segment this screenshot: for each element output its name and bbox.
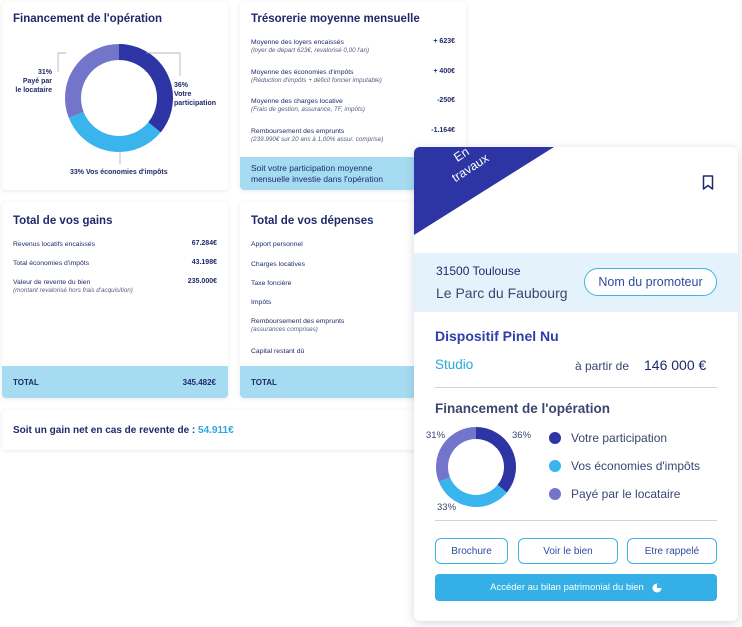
row-label: Moyenne des charges locative <box>251 98 343 105</box>
gains-title: Total de vos gains <box>13 215 113 227</box>
gain-net-text: Soit un gain net en cas de revente de : … <box>13 425 234 436</box>
legend-dot-economies <box>549 460 561 472</box>
bilan-button[interactable]: Accéder au bilan patrimonial du bien <box>435 574 717 601</box>
gains-row: Revenus locatifs encaissés 67.284€ <box>13 240 217 249</box>
total-label: TOTAL <box>13 378 39 387</box>
program-name: Le Parc du Faubourg <box>436 285 568 301</box>
donut-segment-participation <box>118 44 173 133</box>
financement-donut-segments <box>65 44 173 152</box>
financement-card: Financement de l'opération 31% Payé par … <box>2 2 228 190</box>
row-label: Total économies d'impôts <box>13 260 90 267</box>
legend-dot-participation <box>549 432 561 444</box>
row-sub: (montant revalorisé hors frais d'acquisi… <box>13 287 133 294</box>
brochure-button[interactable]: Brochure <box>435 538 508 564</box>
row-label: Remboursement des emprunts <box>251 128 345 135</box>
legend-label: Votre participation <box>571 431 668 445</box>
label-left-2: le locataire <box>15 87 52 94</box>
financement-right-label: 36% Votre participation <box>174 81 216 108</box>
row-value: + 400€ <box>433 68 455 75</box>
pct-bottom: 33% <box>437 502 457 513</box>
row-label: Valeur de revente du bien <box>13 279 91 286</box>
gain-net-strip: Soit un gain net en cas de revente de : … <box>2 410 466 450</box>
fin-title: Financement de l'opération <box>435 401 610 416</box>
gain-net-label: Soit un gain net en cas de revente de : <box>13 425 196 436</box>
row-value: -250€ <box>437 97 455 104</box>
depenses-row-label: Charges locatives <box>251 261 306 268</box>
depenses-title: Total de vos dépenses <box>251 215 374 227</box>
dispositif: Dispositif Pinel Nu <box>435 328 559 344</box>
location-band: 31500 Toulouse Le Parc du Faubourg Nom d… <box>414 253 738 312</box>
label-left-1: Payé par <box>22 78 52 85</box>
legend-label: Vos économies d'impôts <box>571 459 701 473</box>
legend-dot-locataire <box>549 488 561 500</box>
row-value: 235.000€ <box>187 278 217 285</box>
row-value: + 623€ <box>433 38 455 45</box>
postal-city: 31500 Toulouse <box>436 264 521 278</box>
row-sub: (Frais de gestion, assurance, TF, impôts… <box>251 106 365 113</box>
tresorerie-row: Moyenne des loyers encaissés (loyer de d… <box>251 38 455 56</box>
gains-card: Total de vos gains Revenus locatifs enca… <box>2 202 228 398</box>
property-donut-segments <box>436 427 516 507</box>
voir-bien-button[interactable]: Voir le bien <box>518 538 618 564</box>
depenses-row-label: Taxe foncière <box>251 280 292 287</box>
total-value: 345.482€ <box>182 378 216 387</box>
bilan-label: Accéder au bilan patrimonial du bien <box>490 582 644 593</box>
property-card: En travaux 31500 Toulouse Le Parc du Fau… <box>414 147 738 621</box>
label-right-1: Votre <box>174 91 192 98</box>
donut-segment-economies <box>68 111 161 152</box>
pct-right: 36% <box>174 82 189 89</box>
leader-line-left <box>57 52 66 72</box>
promoter-button[interactable]: Nom du promoteur <box>584 268 717 296</box>
label-right-2: participation <box>174 100 217 107</box>
row-value: 67.284€ <box>191 240 217 247</box>
price: 146 000 € <box>644 357 707 373</box>
pct-left: 31% <box>426 430 446 441</box>
total-label: TOTAL <box>251 378 277 387</box>
tresorerie-row: Remboursement des emprunts (239.990€ sur… <box>251 127 455 145</box>
donut-segment-locataire <box>436 427 477 482</box>
row-value: 43.198€ <box>191 259 217 266</box>
tresorerie-title: Trésorerie moyenne mensuelle <box>251 13 420 25</box>
row-sub: (Réduction d'impôts + déficit foncier im… <box>251 77 382 84</box>
legend-label: Payé par le locataire <box>571 487 681 501</box>
row-sub: (239.990€ sur 20 ans à 1,00% assur. comp… <box>251 136 384 143</box>
donut-segment-economies <box>438 476 507 507</box>
depenses-row-label: Apport personnel <box>251 241 303 248</box>
gains-row: Valeur de revente du bien (montant reval… <box>13 278 217 296</box>
pie-chart-icon <box>652 583 662 593</box>
row-sub: (assurances comprises) <box>251 326 318 333</box>
row-label: Remboursement des emprunts <box>251 318 345 325</box>
row-sub: (loyer de départ 623€, revalorisé 0,00 l… <box>251 47 370 54</box>
bookmark-icon[interactable] <box>702 175 714 190</box>
divider <box>435 387 717 388</box>
rappel-button[interactable]: Etre rappelé <box>627 538 717 564</box>
depenses-row-label: Impôts <box>251 299 272 306</box>
donut-segment-participation <box>475 427 516 493</box>
gain-net-value: 54.911€ <box>198 425 234 436</box>
financement-left-label: 31% Payé par le locataire <box>8 68 52 95</box>
tresorerie-row: Moyenne des charges locative (Frais de g… <box>251 97 455 115</box>
divider <box>435 520 717 521</box>
property-type: Studio <box>435 357 474 372</box>
row-label: Moyenne des loyers encaissés <box>251 39 344 46</box>
gains-total-band: TOTAL 345.482€ <box>2 366 228 398</box>
pct-left: 31% <box>37 69 52 76</box>
donut-segment-locataire <box>65 44 120 118</box>
depenses-row: Remboursement des emprunts (assurances c… <box>251 317 344 335</box>
price-prefix: à partir de <box>575 359 630 373</box>
gains-row: Total économies d'impôts 43.198€ <box>13 259 217 268</box>
pct-right: 36% <box>512 430 532 441</box>
row-label: Revenus locatifs encaissés <box>13 241 95 248</box>
tresorerie-row: Moyenne des économies d'impôts (Réductio… <box>251 68 455 86</box>
row-label: Moyenne des économies d'impôts <box>251 69 354 76</box>
financement-bottom-label: 33% Vos économies d'impôts <box>70 169 168 176</box>
depenses-row-label: Capital restant dû <box>251 348 305 355</box>
row-value: -1.164€ <box>431 127 455 134</box>
